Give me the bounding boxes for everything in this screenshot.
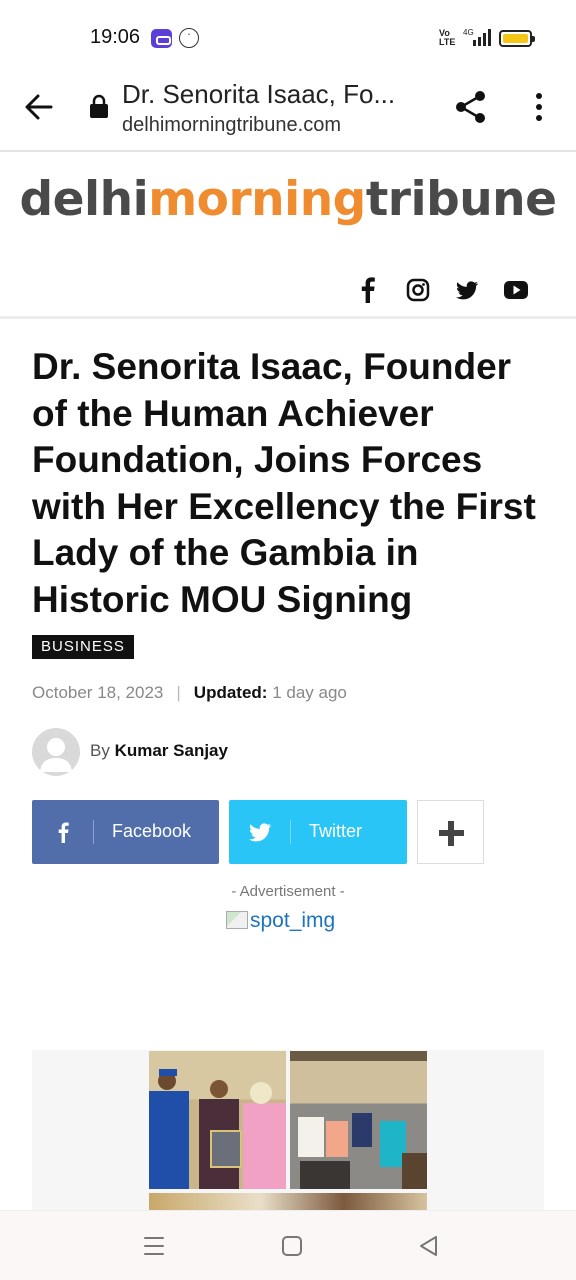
logo-text-morning: morning	[148, 172, 366, 227]
author-name[interactable]: Kumar Sanjay	[115, 741, 228, 760]
menu-icon[interactable]	[141, 1233, 167, 1259]
header-divider	[0, 316, 576, 319]
notification-news-icon: •	[179, 28, 199, 48]
author-avatar[interactable]	[32, 728, 80, 776]
article-meta: October 18, 2023 | Updated: 1 day ago	[32, 683, 347, 703]
twitter-share-button[interactable]: Twitter	[229, 800, 407, 864]
status-time: 19:06	[90, 26, 141, 48]
category-badge[interactable]: BUSINESS	[32, 635, 134, 659]
twitter-icon	[249, 823, 272, 842]
system-nav-bar	[0, 1210, 576, 1280]
battery-icon	[499, 30, 535, 47]
article-image[interactable]	[32, 1050, 544, 1210]
twitter-share-label: Twitter	[309, 821, 363, 841]
browser-toolbar: Dr. Senorita Isaac, Fo... delhimorningtr…	[0, 76, 576, 152]
home-square-icon[interactable]	[279, 1233, 305, 1259]
instagram-icon[interactable]	[406, 276, 430, 304]
logo-text-tribune: tribune	[365, 172, 557, 227]
more-vert-icon[interactable]	[527, 91, 551, 123]
facebook-share-label: Facebook	[112, 821, 192, 841]
ad-image-alt: spot_img	[250, 909, 336, 932]
twitter-icon[interactable]	[455, 276, 479, 304]
photo-strip	[149, 1193, 427, 1210]
button-divider	[93, 820, 94, 844]
share-icon[interactable]	[454, 89, 488, 125]
logo-text-delhi: delhi	[19, 172, 149, 227]
avatar-placeholder-icon	[40, 738, 72, 772]
article-title: Dr. Senorita Isaac, Founder of the Human…	[32, 346, 536, 620]
updated-label: Updated:	[193, 683, 268, 702]
advertisement-image[interactable]: spot_img	[226, 909, 335, 933]
advertisement-label: - Advertisement -	[231, 883, 345, 900]
more-share-button[interactable]	[417, 800, 484, 864]
by-label: By	[90, 741, 110, 760]
facebook-icon[interactable]	[360, 276, 376, 304]
network-type-label: 4G	[463, 28, 474, 37]
updated-value: 1 day ago	[272, 683, 347, 702]
social-links	[0, 276, 576, 306]
status-bar: 19:06 • Vo LTE 4G	[0, 0, 576, 76]
broken-image-icon	[226, 911, 248, 929]
back-arrow-icon[interactable]	[22, 90, 56, 124]
volte-label: Vo LTE	[439, 28, 456, 47]
author-byline: By Kumar Sanjay	[90, 741, 228, 761]
lock-icon[interactable]	[89, 94, 109, 118]
publish-date: October 18, 2023	[32, 683, 164, 702]
facebook-share-button[interactable]: Facebook	[32, 800, 219, 864]
page-url[interactable]: delhimorningtribune.com	[122, 114, 341, 137]
youtube-icon[interactable]	[503, 276, 529, 304]
meta-separator: |	[176, 683, 181, 702]
photo-meeting-room	[290, 1051, 427, 1189]
page-title[interactable]: Dr. Senorita Isaac, Fo...	[122, 79, 414, 110]
signal-icon: 4G	[463, 28, 491, 46]
site-logo[interactable]: delhimorningtribune	[0, 172, 576, 227]
notification-app-icon	[151, 29, 172, 48]
facebook-icon	[58, 822, 69, 843]
button-divider	[290, 820, 291, 844]
back-triangle-icon[interactable]	[416, 1233, 442, 1259]
photo-mou-signing	[149, 1051, 286, 1189]
